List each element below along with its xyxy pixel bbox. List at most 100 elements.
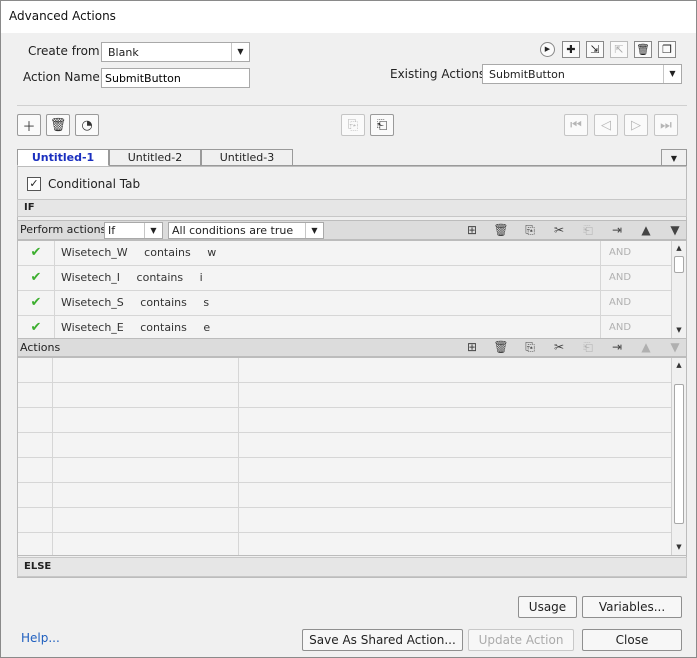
condition-type-select[interactable]: All conditions are true ▼ <box>168 222 324 239</box>
move-down-icon[interactable]: ▼ <box>667 339 683 355</box>
chevron-down-icon: ▼ <box>670 154 678 163</box>
next-tab-button[interactable]: ▷ <box>624 114 648 136</box>
paste-icon[interactable]: ⎗ <box>580 339 596 355</box>
action-row[interactable] <box>18 458 686 483</box>
next-icon: ▷ <box>631 117 641 133</box>
conditional-tab-label: Conditional Tab <box>48 177 141 191</box>
condition-row[interactable]: ✔ Wisetech_W contains w AND <box>18 241 686 266</box>
condition-operator: contains <box>140 296 187 309</box>
else-section-header[interactable]: ELSE <box>17 557 687 577</box>
action-cell <box>53 533 239 555</box>
action-name-input[interactable] <box>102 69 249 87</box>
condition-join[interactable]: AND <box>600 316 670 338</box>
move-up-icon[interactable]: ▲ <box>638 222 654 238</box>
condition-row[interactable]: ✔ Wisetech_E contains e AND <box>18 316 686 338</box>
actions-label: Actions <box>20 341 61 354</box>
condition-operator: contains <box>136 271 184 284</box>
action-cell <box>18 533 53 555</box>
condition-operator: contains <box>140 321 187 334</box>
action-row[interactable] <box>18 383 686 408</box>
tab-untitled-1[interactable]: Untitled-1 <box>17 149 109 166</box>
add-tab-button[interactable]: ＋ <box>17 114 41 136</box>
condition-variable: Wisetech_S <box>61 296 124 309</box>
export-button[interactable]: ⇱ <box>610 41 628 58</box>
scroll-down-icon[interactable]: ▼ <box>672 540 686 554</box>
move-up-icon[interactable]: ▲ <box>638 339 654 355</box>
condition-text: Wisetech_W contains w <box>61 246 216 259</box>
copy-icon[interactable]: ⎘ <box>522 222 538 238</box>
check-icon: ✔ <box>18 241 55 265</box>
condition-value: w <box>207 246 217 259</box>
condition-join[interactable]: AND <box>600 291 670 315</box>
duplicate-action-button[interactable]: ❐ <box>658 41 676 58</box>
import-icon: ⇲ <box>590 43 600 56</box>
action-row[interactable] <box>18 533 686 555</box>
action-cell <box>53 483 239 507</box>
insert-row-icon[interactable]: ⇥ <box>609 222 625 238</box>
delete-tab-button[interactable]: 🗑 <box>46 114 70 136</box>
existing-actions-select[interactable]: SubmitButton ▼ <box>482 64 682 84</box>
play-icon[interactable]: ▶ <box>540 42 555 57</box>
action-cell <box>53 508 239 532</box>
scroll-up-icon[interactable]: ▲ <box>672 358 686 372</box>
condition-join[interactable]: AND <box>600 266 670 290</box>
action-row[interactable] <box>18 358 686 383</box>
import-button[interactable]: ⇲ <box>586 41 604 58</box>
usage-button[interactable]: Usage <box>518 596 577 618</box>
variables-button[interactable]: Variables... <box>582 596 682 618</box>
first-icon: ⏮ <box>570 117 582 133</box>
perform-mode-select[interactable]: If ▼ <box>104 222 163 239</box>
tab-untitled-3[interactable]: Untitled-3 <box>201 149 293 166</box>
scroll-down-icon[interactable]: ▼ <box>672 323 686 337</box>
condition-operator: contains <box>144 246 191 259</box>
condition-row[interactable]: ✔ Wisetech_S contains s AND <box>18 291 686 316</box>
create-from-select[interactable]: Blank ▼ <box>101 42 250 62</box>
scroll-up-icon[interactable]: ▲ <box>672 241 686 255</box>
conditional-checkbox[interactable]: ✓ <box>27 177 41 191</box>
copy-icon: ⎘ <box>347 117 359 133</box>
cut-icon[interactable]: ✂ <box>551 222 567 238</box>
conditions-grid: ✔ Wisetech_W contains w AND ✔ Wisetech_I… <box>17 240 687 339</box>
trash-icon[interactable]: 🗑 <box>493 222 509 238</box>
last-tab-button[interactable]: ⏭ <box>654 114 678 136</box>
help-link[interactable]: Help... <box>21 631 60 645</box>
action-row[interactable] <box>18 508 686 533</box>
create-from-value: Blank <box>108 46 139 59</box>
delete-action-button[interactable]: 🗑 <box>634 41 652 58</box>
action-row[interactable] <box>18 483 686 508</box>
update-action-button[interactable]: Update Action <box>468 629 574 651</box>
prev-tab-button[interactable]: ◁ <box>594 114 618 136</box>
scroll-thumb[interactable] <box>674 384 684 524</box>
trash-icon: 🗑 <box>636 43 650 56</box>
prev-icon: ◁ <box>601 117 611 133</box>
copy-icon[interactable]: ⎘ <box>522 339 538 355</box>
action-row[interactable] <box>18 433 686 458</box>
actions-scrollbar[interactable]: ▲ ▼ <box>671 358 686 555</box>
title-bar: Advanced Actions <box>1 1 696 33</box>
action-cell <box>18 383 53 407</box>
close-button[interactable]: Close <box>582 629 682 651</box>
conditions-scrollbar[interactable]: ▲ ▼ <box>671 241 686 338</box>
add-action-button[interactable]: ✚ <box>562 41 580 58</box>
first-tab-button[interactable]: ⏮ <box>564 114 588 136</box>
tab-untitled-2[interactable]: Untitled-2 <box>109 149 201 166</box>
cut-icon[interactable]: ✂ <box>551 339 567 355</box>
action-name-field[interactable] <box>101 68 250 88</box>
save-shared-action-button[interactable]: Save As Shared Action... <box>302 629 463 651</box>
trash-icon[interactable]: 🗑 <box>493 339 509 355</box>
insert-condition-icon[interactable]: ⊞ <box>464 222 480 238</box>
move-down-icon[interactable]: ▼ <box>667 222 683 238</box>
action-row[interactable] <box>18 408 686 433</box>
paste-icon[interactable]: ⎗ <box>580 222 596 238</box>
duplicate-tab-button[interactable]: ◔ <box>75 114 99 136</box>
scroll-thumb[interactable] <box>674 256 684 273</box>
action-cell <box>18 483 53 507</box>
condition-join[interactable]: AND <box>600 241 670 265</box>
insert-row-icon[interactable]: ⇥ <box>609 339 625 355</box>
copy-tab-button[interactable]: ⎘ <box>341 114 365 136</box>
condition-row[interactable]: ✔ Wisetech_I contains i AND <box>18 266 686 291</box>
paste-tab-button[interactable]: ⎗ <box>370 114 394 136</box>
condition-value: i <box>199 271 203 284</box>
insert-action-icon[interactable]: ⊞ <box>464 339 480 355</box>
tabs-dropdown-button[interactable]: ▼ <box>661 149 687 166</box>
